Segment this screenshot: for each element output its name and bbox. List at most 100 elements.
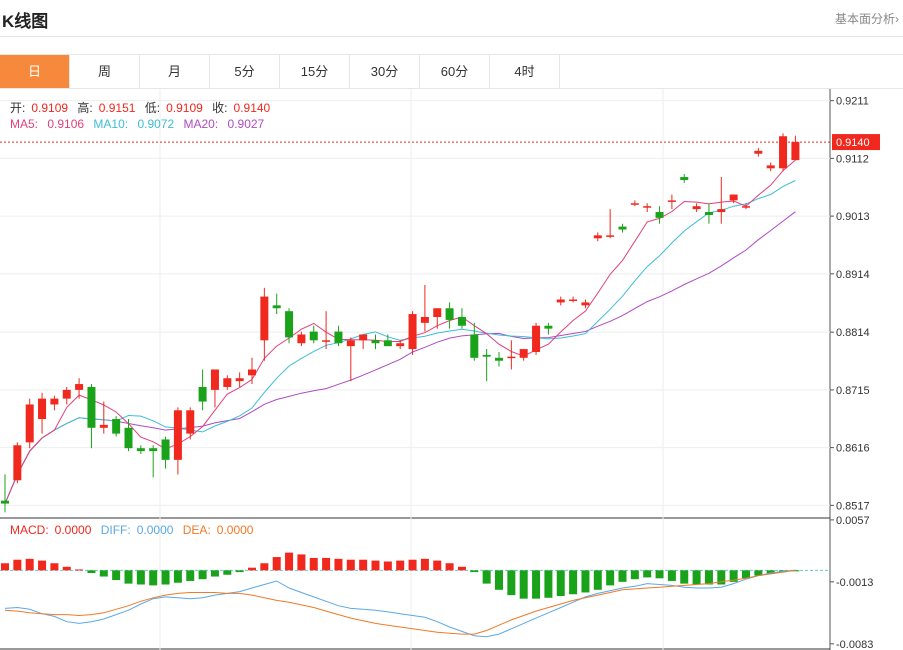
candle [136,445,145,455]
macd-bar [532,570,541,599]
candle [445,302,454,329]
candle [606,209,615,239]
macd-bar [618,570,627,582]
candle-body [260,296,269,341]
ma10-legend: MA10: 0.9072 [93,117,174,131]
candle [507,340,516,370]
fundamental-analysis-link[interactable]: 基本面分析› [835,10,899,27]
candle [50,395,59,411]
kline-chart[interactable]: 0.9211 0.9112 0.9013 0.8914 0.8814 0.8715 0.86… [0,89,903,650]
ma5-legend: MA5: 0.9106 [10,117,84,131]
candle [346,337,355,382]
candle [630,200,639,207]
candle-body [359,334,368,341]
price-tick-label: 0.9013 [836,211,870,223]
candle-body [1,500,9,504]
candle [779,133,788,172]
macd-bar [309,557,318,571]
macd-bar [692,570,701,585]
tab-4hour[interactable]: 4时 [490,55,560,88]
macd-bar [173,570,182,583]
macd-bar [445,563,454,571]
candle [519,349,528,361]
low-value: 0.9109 [166,101,203,115]
candle-body [420,316,429,323]
macd-legend: MACD: 0.0000 DIFF: 0.0000 DEA: 0.0000 [10,523,259,537]
candle [667,194,676,210]
candle [173,407,182,475]
candle [223,375,232,390]
candle-body [482,354,491,357]
tab-day[interactable]: 日 [0,55,70,88]
candle [704,203,713,224]
tab-month[interactable]: 月 [140,55,210,88]
macd-value: 0.0000 [54,523,92,537]
candle [334,325,343,347]
candle-body [75,384,84,390]
candle [495,351,503,367]
candle-body [87,386,96,428]
candle [161,436,170,469]
macd-bar [149,570,158,586]
macd-bar [75,569,84,571]
tab-30min[interactable]: 30分 [350,55,420,88]
ohlc-legend: 开: 0.9109 高: 0.9151 低: 0.9109 收: 0.9140 [10,99,276,116]
ohlc-item: 开: 0.9109 [10,101,68,115]
candle-body [25,404,34,443]
ma10-label: MA10: [93,117,129,131]
candle-body [779,136,788,169]
candle-body [507,356,516,359]
header-bar: K线图 基本面分析› [0,0,903,37]
macd-bar [50,563,59,571]
ohlc-item: 收: 0.9140 [212,101,270,115]
candle [556,296,565,306]
macd-bar [519,570,528,599]
candle [359,334,368,350]
candle [643,203,652,213]
high-value: 0.9151 [98,101,136,115]
candle [408,311,417,355]
candle-body [173,410,182,460]
candle-body [630,203,639,205]
tab-60min[interactable]: 60分 [420,55,490,88]
candle [433,308,442,329]
candle-body [556,299,565,303]
candle-body [692,206,701,210]
macd-bar [667,570,676,581]
dea-legend-item: DEA: 0.0000 [183,523,254,537]
tab-week[interactable]: 周 [70,55,140,88]
macd-bar [112,570,121,581]
candle [1,474,9,513]
candle [235,372,244,387]
macd-bar [99,570,108,577]
macd-bar [322,557,331,571]
candle-body [297,334,306,344]
macd-bar [272,557,281,571]
candle-body [766,165,775,169]
candle [692,203,701,213]
macd-legend-item: MACD: 0.0000 [10,523,91,537]
diff-legend-item: DIFF: 0.0000 [101,523,174,537]
candle-body [186,410,195,434]
candle-body [285,311,294,338]
tab-15min[interactable]: 15分 [280,55,350,88]
macd-bar [495,570,503,590]
candle [285,308,294,344]
candle-body [717,209,726,213]
price-tick-label: 0.8517 [836,500,870,512]
macd-bar [359,559,368,571]
macd-bar [581,570,590,593]
dea-line [4,569,796,635]
candle-body [729,194,738,201]
candle [371,334,380,350]
tab-5min[interactable]: 5分 [210,55,280,88]
ma5-value: 0.9106 [47,117,85,131]
candle-body [593,235,602,239]
candle-body [38,398,47,420]
candle [766,162,775,172]
macd-bar [161,570,170,585]
candle [112,416,121,437]
macd-bar [87,570,96,573]
candle [248,357,256,385]
ohlc-item: 高: 0.9151 [77,101,135,115]
